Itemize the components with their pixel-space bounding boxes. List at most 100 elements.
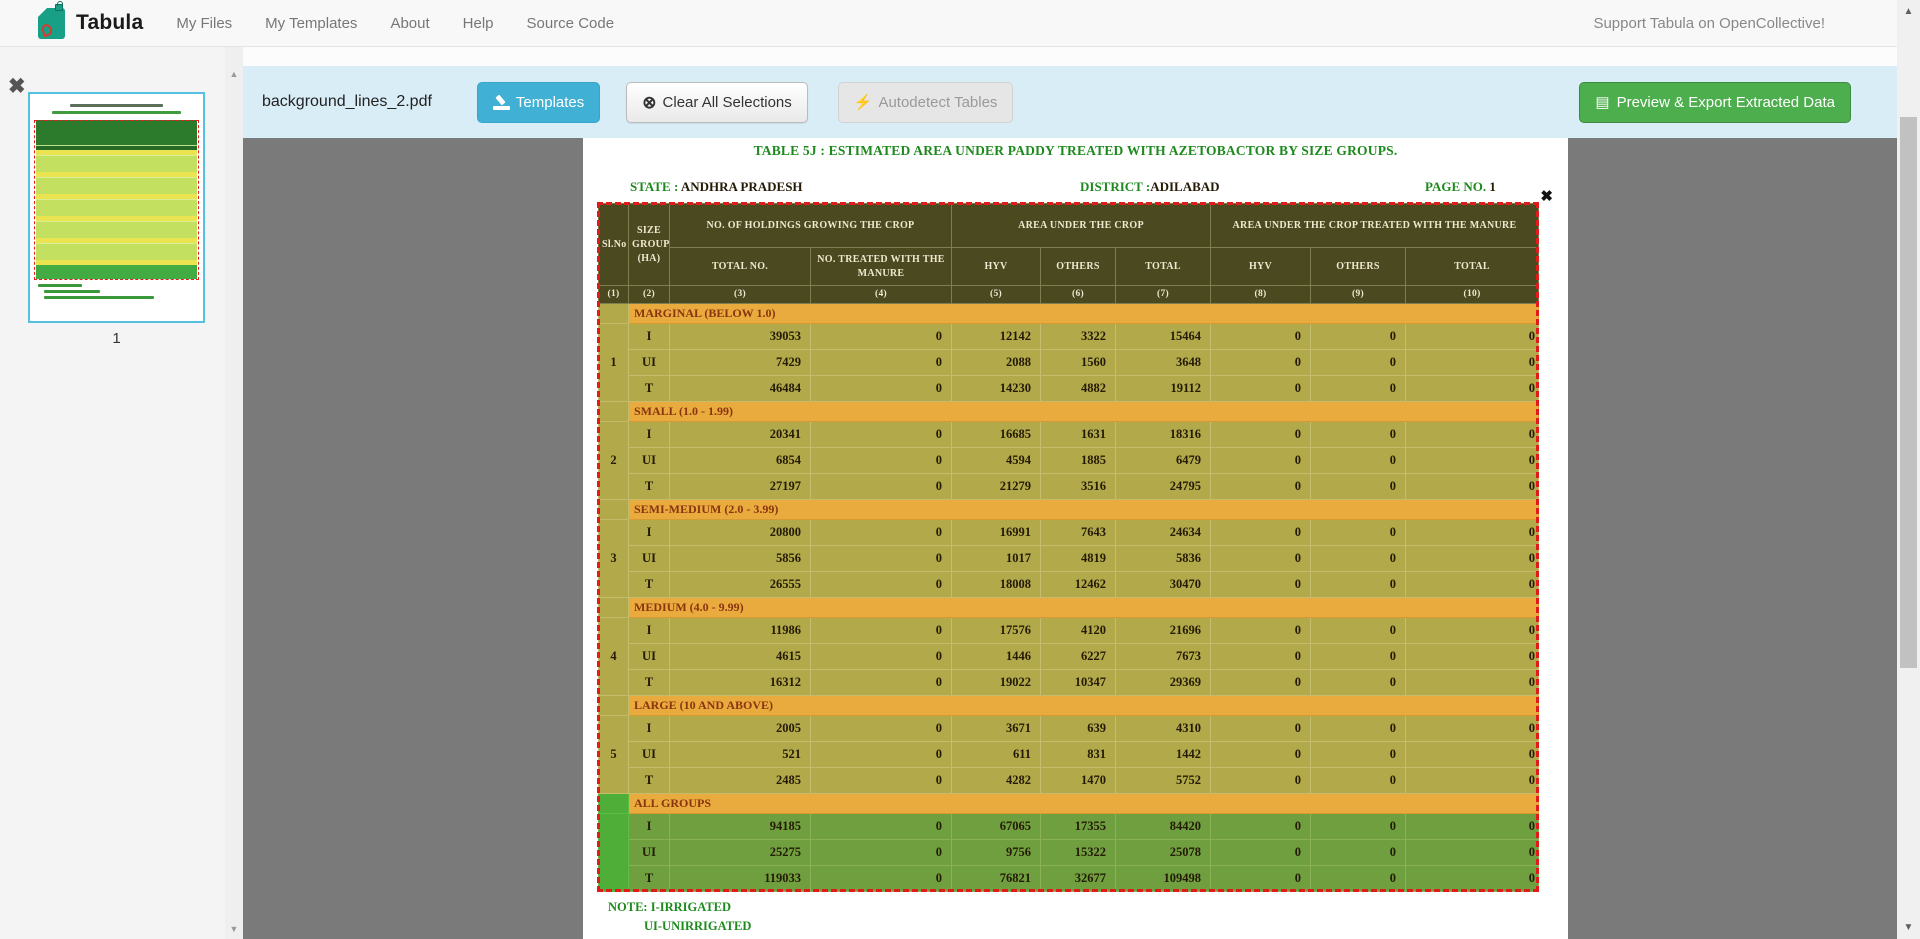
row-type-cell: T: [629, 474, 670, 500]
slno-cell: 3: [599, 520, 629, 598]
value-cell: 0: [1406, 814, 1539, 840]
value-cell: 2088: [952, 350, 1041, 376]
value-cell: 1446: [952, 644, 1041, 670]
support-link[interactable]: Support Tabula on OpenCollective!: [1593, 15, 1825, 32]
table-row: T27197021279351624795000: [599, 474, 1539, 500]
value-cell: 0: [1406, 546, 1539, 572]
value-cell: 18008: [952, 572, 1041, 598]
clear-all-selections-button[interactable]: ⊗ Clear All Selections: [626, 82, 807, 123]
column-number: (8): [1211, 286, 1311, 304]
value-cell: 29369: [1116, 670, 1211, 696]
scrollbar-thumb[interactable]: [1900, 117, 1917, 668]
district-text: DISTRICT :ADILABAD: [1080, 179, 1220, 195]
value-cell: 16991: [952, 520, 1041, 546]
column-number: (3): [670, 286, 811, 304]
value-cell: 11986: [670, 618, 811, 644]
nav-item-source-code[interactable]: Source Code: [527, 15, 615, 32]
group-slno-cell: [599, 794, 629, 814]
table-row: UI68540459418856479000: [599, 448, 1539, 474]
value-cell: 0: [1211, 670, 1311, 696]
mini-title-line: [52, 111, 181, 114]
templates-icon: [493, 95, 510, 110]
row-type-cell: I: [629, 520, 670, 546]
value-cell: 94185: [670, 814, 811, 840]
pdf-page[interactable]: TABLE 5J : ESTIMATED AREA UNDER PADDY TR…: [583, 138, 1568, 939]
value-cell: 0: [811, 572, 952, 598]
value-cell: 0: [1311, 742, 1406, 768]
nav-item-my-templates[interactable]: My Templates: [265, 15, 357, 32]
remove-page-icon[interactable]: ✖: [8, 76, 26, 97]
mini-table: [36, 120, 197, 279]
value-cell: 27197: [670, 474, 811, 500]
value-cell: 26555: [670, 572, 811, 598]
scroll-up-icon[interactable]: ▲: [1897, 6, 1920, 17]
value-cell: 0: [1211, 618, 1311, 644]
selection-close-icon[interactable]: ✖: [1540, 187, 1553, 205]
table-selection-region[interactable]: Sl.NoSIZE GROUP (HA)NO. OF HOLDINGS GROW…: [598, 203, 1538, 891]
header-group: AREA UNDER THE CROP TREATED WITH THE MAN…: [1211, 204, 1539, 248]
group-header-row: SMALL (1.0 - 1.99): [599, 402, 1539, 422]
table-row: UI52106118311442000: [599, 742, 1539, 768]
nav-item-my-files[interactable]: My Files: [176, 15, 232, 32]
nav-item-about[interactable]: About: [390, 15, 429, 32]
page-thumbnail[interactable]: [28, 92, 205, 323]
value-cell: 0: [811, 840, 952, 866]
value-cell: 109498: [1116, 866, 1211, 892]
mini-note-line: [38, 284, 82, 287]
value-cell: 7643: [1041, 520, 1116, 546]
sidebar-scrollbar[interactable]: ▲ ▼: [225, 47, 243, 939]
value-cell: 1017: [952, 546, 1041, 572]
value-cell: 6227: [1041, 644, 1116, 670]
row-type-cell: UI: [629, 742, 670, 768]
scroll-up-icon[interactable]: ▲: [225, 69, 243, 79]
value-cell: 0: [1211, 866, 1311, 892]
value-cell: 21696: [1116, 618, 1211, 644]
document-note: NOTE: I-IRRIGATED UI-UNIRRIGATED: [608, 898, 751, 937]
pdf-viewport[interactable]: TABLE 5J : ESTIMATED AREA UNDER PADDY TR…: [243, 138, 1920, 939]
value-cell: 7673: [1116, 644, 1211, 670]
lightning-icon: ⚡: [854, 95, 873, 110]
header-group: AREA UNDER THE CROP: [952, 204, 1211, 248]
value-cell: 84420: [1116, 814, 1211, 840]
value-cell: 16312: [670, 670, 811, 696]
autodetect-tables-button[interactable]: ⚡ Autodetect Tables: [838, 82, 1014, 123]
templates-button[interactable]: Templates: [477, 82, 600, 123]
page-fold: [38, 8, 47, 17]
value-cell: 0: [1406, 742, 1539, 768]
value-cell: 0: [811, 546, 952, 572]
scroll-down-icon[interactable]: ▼: [1897, 922, 1920, 933]
value-cell: 611: [952, 742, 1041, 768]
value-cell: 0: [1406, 768, 1539, 794]
value-cell: 0: [1211, 448, 1311, 474]
value-cell: 0: [1211, 814, 1311, 840]
table-list-icon: ▤: [1595, 95, 1609, 110]
mini-note-line: [44, 296, 154, 299]
preview-export-button[interactable]: ▤ Preview & Export Extracted Data: [1579, 82, 1851, 123]
group-name-cell: SEMI-MEDIUM (2.0 - 3.99): [629, 500, 1539, 520]
value-cell: 639: [1041, 716, 1116, 742]
column-number: (9): [1311, 286, 1406, 304]
value-cell: 0: [1311, 716, 1406, 742]
value-cell: 25275: [670, 840, 811, 866]
value-cell: 0: [811, 618, 952, 644]
slno-cell: 2: [599, 422, 629, 500]
scroll-down-icon[interactable]: ▼: [225, 924, 243, 934]
value-cell: 0: [1311, 448, 1406, 474]
value-cell: 21279: [952, 474, 1041, 500]
nav-item-help[interactable]: Help: [463, 15, 494, 32]
tabula-logo-icon: [38, 8, 65, 39]
row-type-cell: I: [629, 618, 670, 644]
value-cell: 39053: [670, 324, 811, 350]
value-cell: 0: [1211, 474, 1311, 500]
row-type-cell: T: [629, 572, 670, 598]
value-cell: 4282: [952, 768, 1041, 794]
value-cell: 17576: [952, 618, 1041, 644]
value-cell: 0: [1211, 716, 1311, 742]
value-cell: 6854: [670, 448, 811, 474]
value-cell: 2485: [670, 768, 811, 794]
header-sub: TOTAL NO.: [670, 248, 811, 286]
value-cell: 0: [1311, 474, 1406, 500]
browser-scrollbar[interactable]: ▲ ▼: [1897, 0, 1920, 939]
value-cell: 0: [1311, 572, 1406, 598]
row-type-cell: I: [629, 814, 670, 840]
